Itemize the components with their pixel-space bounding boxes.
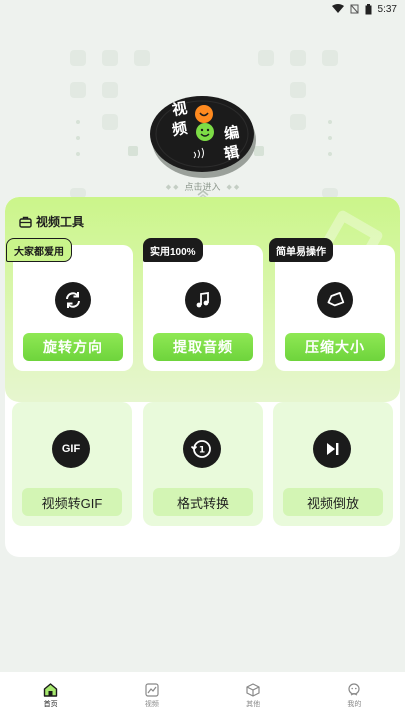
rotate-icon xyxy=(55,282,91,318)
reverse-video-button[interactable]: 视频倒放 xyxy=(283,488,383,516)
reverse-play-icon xyxy=(313,430,351,468)
video-edit-disc-illustration xyxy=(150,96,256,178)
nav-item-profile[interactable]: 我的 xyxy=(324,683,384,709)
rotate-button[interactable]: 旋转方向 xyxy=(23,333,123,361)
tool-card-video-to-gif[interactable]: GIF 视频转GIF xyxy=(12,402,132,526)
gif-icon: GIF xyxy=(52,430,90,468)
compress-button[interactable]: 压缩大小 xyxy=(285,333,385,361)
clock: 5:37 xyxy=(377,3,397,15)
home-icon xyxy=(43,683,58,697)
nav-label: 视频 xyxy=(144,701,159,708)
nav-item-video[interactable]: 视频 xyxy=(122,683,182,709)
music-note-icon xyxy=(185,282,221,318)
wifi-icon xyxy=(331,4,344,13)
section-title: 视频工具 xyxy=(36,215,85,229)
tool-card-extract-audio[interactable]: 提取音频 xyxy=(143,245,263,371)
nav-label: 其他 xyxy=(246,701,261,708)
nav-label: 我的 xyxy=(347,701,362,708)
tool-card-rotate[interactable]: 旋转方向 xyxy=(13,245,133,371)
format-convert-icon: 1 xyxy=(183,430,221,468)
tool-tag: 实用100% xyxy=(143,238,203,262)
enter-hint[interactable]: ◆ ◆ 点击进入 ◆ ◆ xyxy=(0,180,405,193)
profile-icon xyxy=(348,683,360,696)
diamond-icon: ◆ ◆ xyxy=(226,183,240,191)
hero-banner[interactable]: 视 频 编 辑 ◆ ◆ 点击进入 ◆ ◆ xyxy=(0,30,405,200)
video-tools-panel: 视频工具 旋转方向 大家都爱用 提取音频 实用100% 压缩大小 简单易操作 G… xyxy=(5,197,400,557)
nav-item-other[interactable]: 其他 xyxy=(223,683,283,709)
svg-text:1: 1 xyxy=(199,446,205,456)
tool-tag: 简单易操作 xyxy=(269,238,333,262)
extract-audio-button[interactable]: 提取音频 xyxy=(153,333,253,361)
diamond-icon: ◆ ◆ xyxy=(165,183,179,191)
battery-icon xyxy=(365,3,372,14)
tool-card-reverse-video[interactable]: 视频倒放 xyxy=(273,402,393,526)
status-bar: 5:37 xyxy=(0,0,405,18)
cube-icon xyxy=(246,683,260,697)
section-header: 视频工具 xyxy=(19,213,84,230)
compress-icon xyxy=(317,282,353,318)
nav-item-home[interactable]: 首页 xyxy=(21,683,81,709)
tool-card-format-convert[interactable]: 1 格式转换 xyxy=(143,402,263,526)
tool-card-compress[interactable]: 压缩大小 xyxy=(275,245,395,371)
no-sim-icon xyxy=(350,4,359,14)
bottom-nav: 首页 视频 其他 我的 xyxy=(0,672,405,720)
tool-tag: 大家都爱用 xyxy=(6,238,72,262)
format-convert-button[interactable]: 格式转换 xyxy=(153,488,253,516)
video-to-gif-button[interactable]: 视频转GIF xyxy=(22,488,122,516)
nav-label: 首页 xyxy=(43,701,58,708)
chart-icon xyxy=(145,683,159,697)
enter-hint-label: 点击进入 xyxy=(184,182,221,192)
toolbox-icon xyxy=(19,216,32,228)
